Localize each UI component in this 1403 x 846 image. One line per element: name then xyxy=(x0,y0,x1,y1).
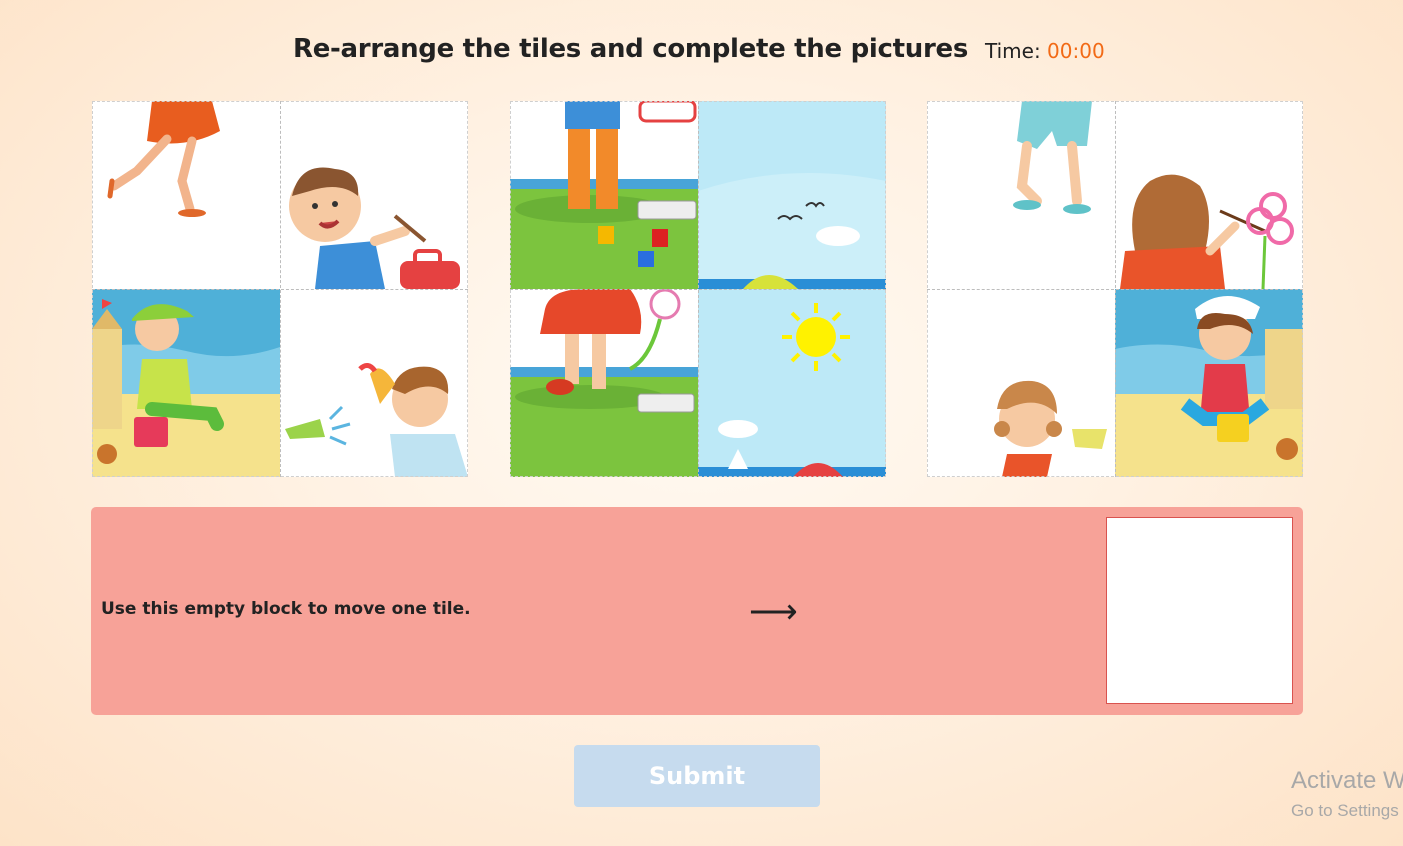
girl-sandcastle-tile-icon xyxy=(1115,289,1303,477)
timer-value: 00:00 xyxy=(1047,39,1105,63)
grid-divider xyxy=(510,289,886,290)
grid-divider xyxy=(92,289,468,290)
puzzle-board-1 xyxy=(92,101,468,477)
puzzle-tile[interactable] xyxy=(510,289,698,477)
puzzle-board-3 xyxy=(927,101,1303,477)
puzzle-tile[interactable] xyxy=(927,289,1115,477)
move-instruction: Use this empty block to move one tile. xyxy=(101,599,471,619)
page-title: Re-arrange the tiles and complete the pi… xyxy=(293,34,969,64)
right-arrow-icon: ⟶ xyxy=(749,593,798,631)
puzzle-tile[interactable] xyxy=(280,289,468,477)
boy-water-gun-tile-icon xyxy=(285,363,468,477)
child-painting-legs-tile-icon xyxy=(510,101,698,289)
activate-windows-watermark: Activate W xyxy=(1291,767,1403,794)
sun-sea-tile-icon xyxy=(698,289,886,477)
puzzle-tile[interactable] xyxy=(698,101,886,289)
running-girl-legs-tile-icon xyxy=(107,101,220,217)
puzzle-board-2 xyxy=(510,101,886,477)
settings-watermark: Go to Settings xyxy=(1291,801,1399,820)
grid-divider xyxy=(927,289,1303,290)
kid-legs-shorts-tile-icon xyxy=(1013,101,1092,214)
puzzle-tile[interactable] xyxy=(92,289,280,477)
puzzle-tile[interactable] xyxy=(698,289,886,477)
puzzle-tile[interactable] xyxy=(92,101,280,289)
girl-painting-flower-tile-icon xyxy=(1120,174,1294,289)
girl-red-skirt-tile-icon xyxy=(510,289,698,477)
boy-sandcastle-tile-icon xyxy=(92,289,280,477)
move-tile-panel: Use this empty block to move one tile. ⟶ xyxy=(91,507,1303,715)
puzzle-tile[interactable] xyxy=(510,101,698,289)
puzzle-tile[interactable] xyxy=(280,101,468,289)
timer: Time: 00:00 xyxy=(985,39,1105,63)
puzzle-tile[interactable] xyxy=(927,101,1115,289)
sky-birds-tile-icon xyxy=(698,101,886,289)
boy-painting-tile-icon xyxy=(289,167,460,289)
puzzle-tile[interactable] xyxy=(1115,101,1303,289)
submit-button[interactable]: Submit xyxy=(574,745,820,807)
timer-label: Time: xyxy=(985,39,1048,63)
empty-tile-slot[interactable] xyxy=(1106,517,1293,704)
girl-water-gun-tile-icon xyxy=(994,380,1107,477)
puzzle-tile[interactable] xyxy=(1115,289,1303,477)
